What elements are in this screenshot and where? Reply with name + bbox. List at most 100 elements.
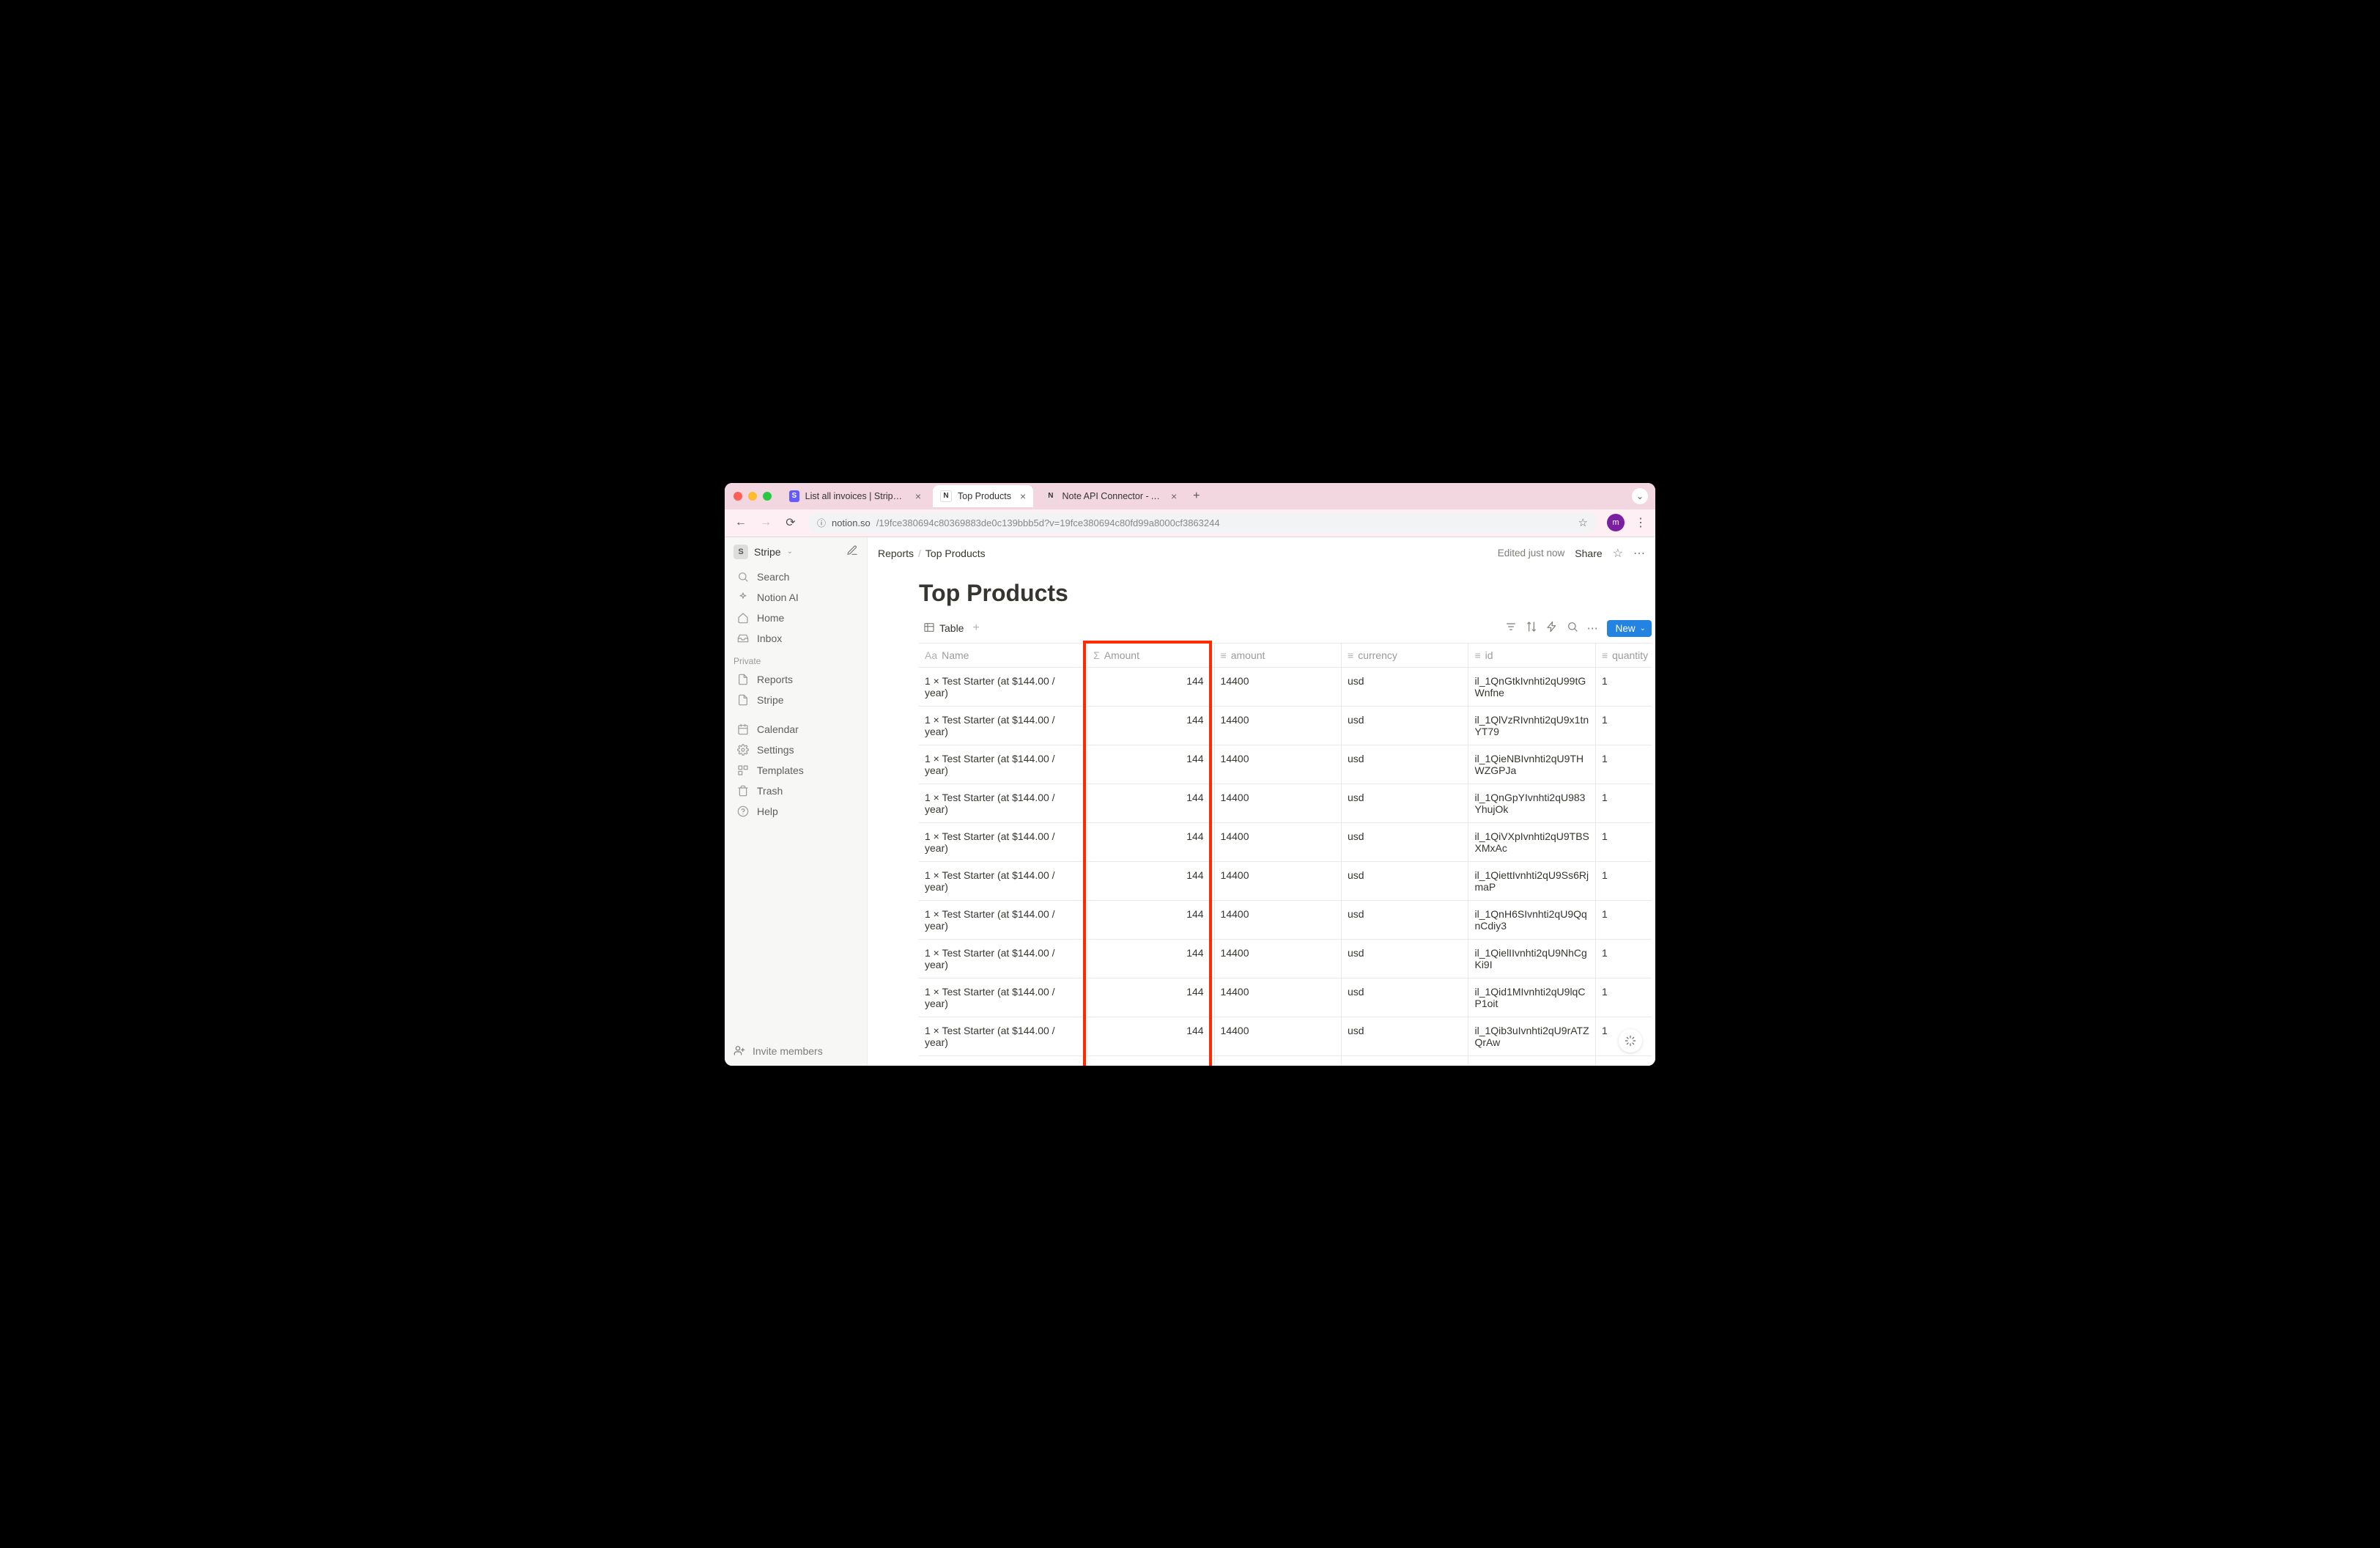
- sidebar-inbox[interactable]: Inbox: [728, 628, 864, 649]
- more-db-icon[interactable]: ⋯: [1587, 622, 1598, 635]
- col-header-currency[interactable]: ≡currency: [1342, 644, 1468, 668]
- browser-menu-icon[interactable]: ⋮: [1635, 515, 1647, 530]
- col-header-name[interactable]: AaName: [919, 644, 1087, 668]
- table-row[interactable]: 1 × Test Starter (at $144.00 / year)1441…: [919, 667, 1652, 706]
- cell-id[interactable]: il_1QiettIvnhti2qU9Ss6RjmaP: [1468, 861, 1595, 900]
- table-row[interactable]: 1 × Test Starter (at $144.00 / year)1441…: [919, 784, 1652, 822]
- sidebar-help[interactable]: Help: [728, 801, 864, 822]
- cell-name[interactable]: 1 × Test Starter (at $144.00 / year): [919, 784, 1087, 822]
- view-tab-table[interactable]: Table: [919, 619, 968, 638]
- cell-quantity[interactable]: 1: [1595, 900, 1652, 939]
- cell-quantity[interactable]: 1: [1595, 784, 1652, 822]
- cell-amount-formula[interactable]: 144: [1087, 939, 1214, 978]
- cell-name[interactable]: 1 × Test Business (at $288.00 / year): [919, 1055, 1087, 1066]
- workspace-switcher[interactable]: S Stripe ⌄: [725, 537, 867, 567]
- cell-amount[interactable]: 14400: [1214, 706, 1341, 745]
- sidebar-search[interactable]: Search: [728, 567, 864, 587]
- table-row[interactable]: 1 × Test Business (at $288.00 / year)288…: [919, 1055, 1652, 1066]
- cell-id[interactable]: il_1Qid1MIvnhti2qU9lqCP1oit: [1468, 978, 1595, 1017]
- cell-currency[interactable]: usd: [1342, 822, 1468, 861]
- close-tab-icon[interactable]: ×: [1020, 490, 1026, 502]
- filter-icon[interactable]: [1505, 621, 1517, 635]
- col-header-amount[interactable]: ≡amount: [1214, 644, 1341, 668]
- tab-overflow-button[interactable]: ⌄: [1632, 488, 1648, 504]
- browser-tab-notion-active[interactable]: N Top Products ×: [933, 485, 1033, 507]
- add-view-button[interactable]: +: [972, 622, 979, 635]
- site-info-icon[interactable]: ⓘ: [817, 517, 826, 529]
- sidebar-settings[interactable]: Settings: [728, 740, 864, 760]
- share-button[interactable]: Share: [1575, 548, 1602, 559]
- sidebar-home[interactable]: Home: [728, 608, 864, 628]
- cell-quantity[interactable]: 1: [1595, 706, 1652, 745]
- cell-amount[interactable]: 14400: [1214, 978, 1341, 1017]
- cell-amount[interactable]: 14400: [1214, 861, 1341, 900]
- new-page-icon[interactable]: [846, 545, 858, 559]
- cell-amount[interactable]: 14400: [1214, 784, 1341, 822]
- minimize-window-icon[interactable]: [748, 492, 757, 501]
- table-row[interactable]: 1 × Test Starter (at $144.00 / year)1441…: [919, 1017, 1652, 1055]
- cell-amount-formula[interactable]: 144: [1087, 978, 1214, 1017]
- ai-fab-button[interactable]: [1619, 1029, 1642, 1053]
- cell-name[interactable]: 1 × Test Starter (at $144.00 / year): [919, 745, 1087, 784]
- table-row[interactable]: 1 × Test Starter (at $144.00 / year)1441…: [919, 745, 1652, 784]
- cell-currency[interactable]: usd: [1342, 667, 1468, 706]
- cell-id[interactable]: il_1QiVXpIvnhti2qU9TBSXMxAc: [1468, 822, 1595, 861]
- cell-amount-formula[interactable]: 144: [1087, 745, 1214, 784]
- cell-quantity[interactable]: 1: [1595, 667, 1652, 706]
- cell-id[interactable]: il_1QielIIvnhti2qU9NhCgKi9I: [1468, 939, 1595, 978]
- cell-currency[interactable]: usd: [1342, 706, 1468, 745]
- invite-members-button[interactable]: Invite members: [725, 1037, 867, 1066]
- cell-amount-formula[interactable]: 144: [1087, 822, 1214, 861]
- automation-icon[interactable]: [1546, 621, 1558, 635]
- cell-id[interactable]: il_1QnH6SIvnhti2qU9QqnCdiy3: [1468, 900, 1595, 939]
- cell-quantity[interactable]: 1: [1595, 939, 1652, 978]
- cell-amount-formula[interactable]: 144: [1087, 706, 1214, 745]
- reload-button[interactable]: ⟳: [783, 515, 798, 530]
- cell-currency[interactable]: usd: [1342, 900, 1468, 939]
- table-row[interactable]: 1 × Test Starter (at $144.00 / year)1441…: [919, 978, 1652, 1017]
- cell-amount[interactable]: 14400: [1214, 822, 1341, 861]
- cell-amount[interactable]: 14400: [1214, 745, 1341, 784]
- cell-name[interactable]: 1 × Test Starter (at $144.00 / year): [919, 822, 1087, 861]
- cell-name[interactable]: 1 × Test Starter (at $144.00 / year): [919, 978, 1087, 1017]
- sidebar-trash[interactable]: Trash: [728, 781, 864, 801]
- cell-currency[interactable]: usd: [1342, 784, 1468, 822]
- close-window-icon[interactable]: [733, 492, 742, 501]
- cell-quantity[interactable]: 1: [1595, 1055, 1652, 1066]
- cell-amount-formula[interactable]: 144: [1087, 667, 1214, 706]
- favorite-icon[interactable]: ☆: [1613, 546, 1623, 561]
- table-row[interactable]: 1 × Test Starter (at $144.00 / year)1441…: [919, 939, 1652, 978]
- cell-currency[interactable]: usd: [1342, 861, 1468, 900]
- breadcrumb-item[interactable]: Top Products: [925, 548, 986, 559]
- cell-amount-formula[interactable]: 144: [1087, 1017, 1214, 1055]
- cell-quantity[interactable]: 1: [1595, 861, 1652, 900]
- cell-name[interactable]: 1 × Test Starter (at $144.00 / year): [919, 667, 1087, 706]
- sidebar-calendar[interactable]: Calendar: [728, 719, 864, 740]
- table-row[interactable]: 1 × Test Starter (at $144.00 / year)1441…: [919, 861, 1652, 900]
- cell-id[interactable]: il_1QlVzRIvnhti2qU9x1tnYT79: [1468, 706, 1595, 745]
- maximize-window-icon[interactable]: [763, 492, 772, 501]
- cell-amount-formula[interactable]: 144: [1087, 900, 1214, 939]
- col-header-id[interactable]: ≡id: [1468, 644, 1595, 668]
- new-row-button[interactable]: New ⌄: [1607, 620, 1652, 637]
- close-tab-icon[interactable]: ×: [915, 490, 921, 502]
- more-icon[interactable]: ⋯: [1633, 546, 1645, 561]
- table-row[interactable]: 1 × Test Starter (at $144.00 / year)1441…: [919, 706, 1652, 745]
- cell-quantity[interactable]: 1: [1595, 822, 1652, 861]
- sidebar-page-stripe[interactable]: Stripe: [728, 690, 864, 710]
- table-row[interactable]: 1 × Test Starter (at $144.00 / year)1441…: [919, 822, 1652, 861]
- cell-id[interactable]: il_1QnGtkIvnhti2qU99tGWnfne: [1468, 667, 1595, 706]
- search-db-icon[interactable]: [1567, 621, 1578, 635]
- cell-amount[interactable]: 14400: [1214, 939, 1341, 978]
- col-header-amount-formula[interactable]: ΣAmount: [1087, 644, 1214, 668]
- cell-id[interactable]: il_1Qib3uIvnhti2qU9rATZQrAw: [1468, 1017, 1595, 1055]
- cell-id[interactable]: il_1QieNBIvnhti2qU9THWZGPJa: [1468, 745, 1595, 784]
- close-tab-icon[interactable]: ×: [1171, 490, 1177, 502]
- cell-quantity[interactable]: 1: [1595, 745, 1652, 784]
- cell-amount-formula[interactable]: 144: [1087, 861, 1214, 900]
- sort-icon[interactable]: [1526, 621, 1537, 635]
- cell-amount[interactable]: 14400: [1214, 667, 1341, 706]
- cell-currency[interactable]: usd: [1342, 745, 1468, 784]
- breadcrumb-item[interactable]: Reports: [878, 548, 914, 559]
- cell-quantity[interactable]: 1: [1595, 978, 1652, 1017]
